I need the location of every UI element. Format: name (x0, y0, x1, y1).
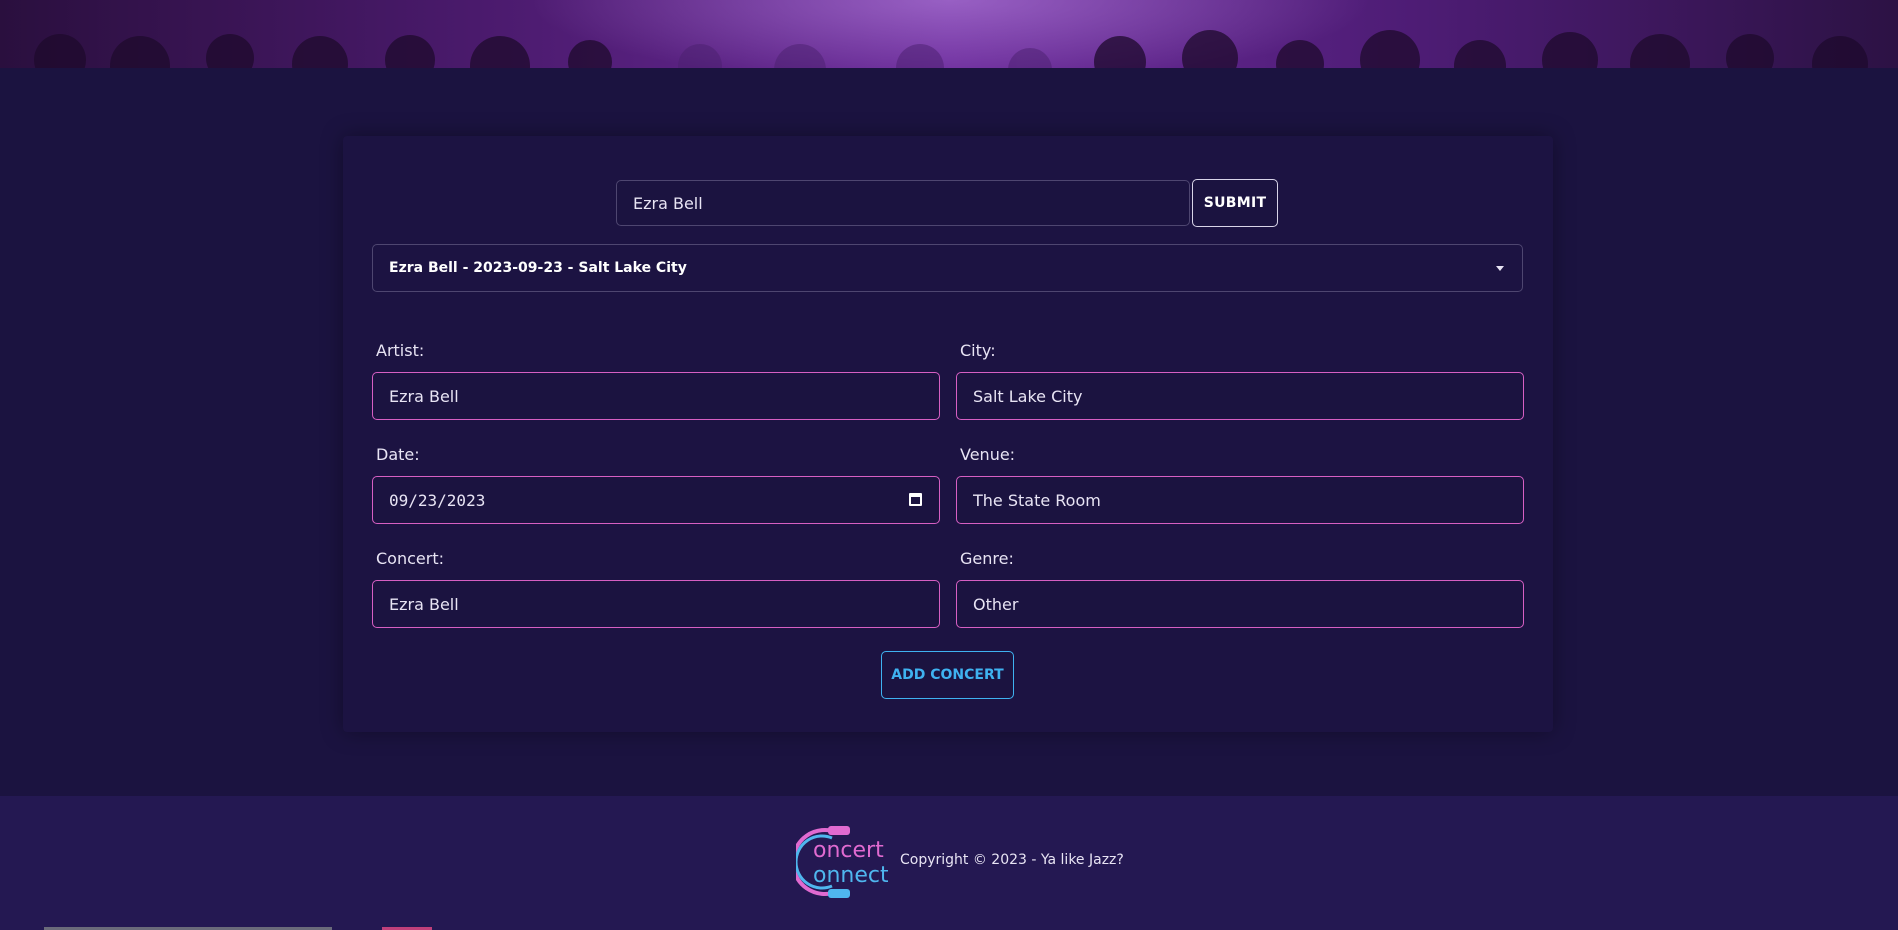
date-label: Date: (376, 445, 420, 464)
hero-banner (0, 0, 1898, 68)
concert-results-select[interactable]: Ezra Bell - 2023-09-23 - Salt Lake City (372, 244, 1523, 292)
selected-concert-text: Ezra Bell - 2023-09-23 - Salt Lake City (389, 260, 687, 276)
svg-text:onnect: onnect (813, 863, 888, 888)
venue-field[interactable] (956, 476, 1524, 524)
date-field-wrapper (372, 476, 940, 524)
city-field[interactable] (956, 372, 1524, 420)
artist-field[interactable] (372, 372, 940, 420)
artist-search-bar: SUBMIT (616, 179, 1278, 227)
copyright-text: Copyright © 2023 - Ya like Jazz? (900, 852, 1124, 868)
date-field[interactable] (372, 476, 940, 524)
svg-text:oncert: oncert (813, 838, 884, 863)
genre-field[interactable] (956, 580, 1524, 628)
artist-search-input[interactable] (616, 180, 1190, 226)
genre-label: Genre: (960, 549, 1014, 568)
city-label: City: (960, 341, 996, 360)
concert-connect-logo: oncert onnect (796, 826, 888, 898)
crowd-silhouette-image (34, 30, 1868, 68)
venue-label: Venue: (960, 445, 1016, 464)
artist-label: Artist: (376, 341, 425, 360)
concert-label: Concert: (376, 549, 444, 568)
add-concert-button[interactable]: ADD CONCERT (881, 651, 1014, 699)
caret-down-icon (1496, 266, 1504, 271)
concert-field[interactable] (372, 580, 940, 628)
calendar-icon[interactable] (909, 493, 922, 506)
submit-button[interactable]: SUBMIT (1192, 179, 1278, 227)
